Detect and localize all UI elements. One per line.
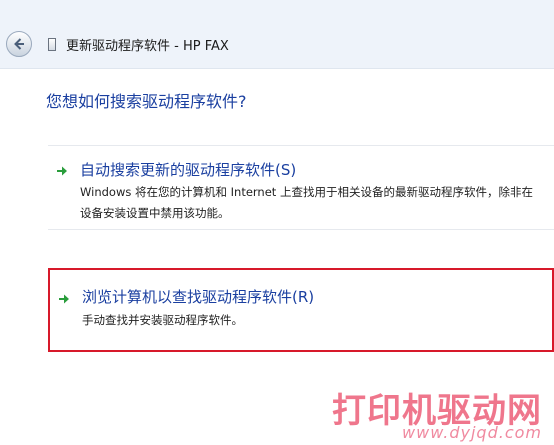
watermark-url: www.dyjqd.com <box>402 423 542 442</box>
browse-computer-option[interactable]: 浏览计算机以查找驱动程序软件(R) 手动查找并安装驱动程序软件。 <box>48 268 554 352</box>
auto-search-option[interactable]: 自动搜索更新的驱动程序软件(S) Windows 将在您的计算机和 Intern… <box>48 145 554 230</box>
green-arrow-icon <box>57 166 67 176</box>
browse-computer-option-description: 手动查找并安装驱动程序软件。 <box>82 313 243 327</box>
page-heading: 您想如何搜索驱动程序软件? <box>46 92 247 111</box>
back-button[interactable] <box>6 31 32 57</box>
title-bar: 更新驱动程序软件 - HP FAX <box>0 0 554 69</box>
auto-search-option-title[interactable]: 自动搜索更新的驱动程序软件(S) <box>80 159 296 180</box>
window-title: 更新驱动程序软件 - HP FAX <box>66 39 229 54</box>
back-arrow-icon <box>14 38 24 50</box>
auto-search-option-description: Windows 将在您的计算机和 Internet 上查找用于相关设备的最新驱动… <box>80 185 533 220</box>
update-driver-window: 更新驱动程序软件 - HP FAX 您想如何搜索驱动程序软件? 自动搜索更新的驱… <box>0 0 554 445</box>
device-icon <box>48 38 56 51</box>
green-arrow-icon <box>59 294 69 304</box>
browse-computer-option-title[interactable]: 浏览计算机以查找驱动程序软件(R) <box>82 286 314 307</box>
